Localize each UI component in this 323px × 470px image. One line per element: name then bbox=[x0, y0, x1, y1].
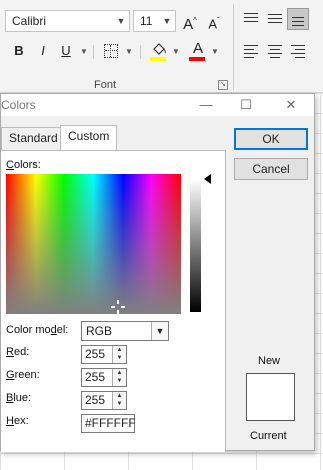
dialog-launcher-icon[interactable]: ↘ bbox=[218, 80, 228, 90]
cancel-button[interactable]: Cancel bbox=[234, 158, 308, 180]
font-size-value: 11 bbox=[140, 14, 153, 28]
minimize-icon[interactable]: — bbox=[191, 94, 221, 116]
close-icon[interactable]: ✕ bbox=[276, 94, 306, 116]
arrow-down-icon[interactable]: ▼ bbox=[113, 377, 126, 385]
green-value: 255 bbox=[85, 370, 106, 384]
color-model-label: Color model: bbox=[6, 324, 69, 336]
dialog-title: Colors bbox=[1, 98, 36, 112]
crosshair-icon[interactable] bbox=[111, 300, 125, 314]
tab-standard[interactable]: Standard bbox=[1, 127, 66, 150]
shrink-font-button[interactable]: Aˇ bbox=[204, 10, 224, 32]
ok-button[interactable]: OK bbox=[234, 128, 308, 150]
spinner-arrows[interactable]: ▲ ▼ bbox=[112, 346, 126, 363]
colors-dialog: Colors — ☐ ✕ Standard Custom Colors: Col… bbox=[0, 93, 315, 452]
font-group-label: Font bbox=[94, 79, 117, 91]
current-color-label: Current bbox=[250, 430, 287, 442]
font-color-swatch bbox=[189, 57, 205, 61]
italic-button[interactable]: I bbox=[34, 40, 52, 62]
blue-value: 255 bbox=[85, 393, 106, 407]
color-model-value: RGB bbox=[86, 324, 113, 338]
font-name-combo[interactable]: Calibri ▼ bbox=[5, 10, 130, 32]
grow-font-button[interactable]: A^ bbox=[180, 10, 200, 33]
green-label: Green: bbox=[6, 369, 40, 381]
font-color-button[interactable]: A bbox=[189, 41, 207, 62]
spinner-arrows[interactable]: ▲ ▼ bbox=[112, 392, 126, 409]
group-divider bbox=[233, 4, 234, 90]
luminance-slider[interactable] bbox=[190, 179, 201, 312]
arrow-down-icon[interactable]: ▼ bbox=[113, 354, 126, 362]
tab-custom[interactable]: Custom bbox=[60, 125, 118, 150]
align-middle-button[interactable] bbox=[264, 8, 286, 30]
dialog-titlebar[interactable]: Colors — ☐ ✕ bbox=[1, 94, 314, 116]
divider bbox=[93, 45, 94, 59]
hex-input[interactable]: #FFFFFF bbox=[81, 414, 136, 433]
colors-label: Colors: bbox=[6, 159, 41, 171]
spinner-arrows[interactable]: ▲ ▼ bbox=[112, 369, 126, 386]
slider-arrow-icon[interactable] bbox=[204, 174, 211, 184]
align-center-button[interactable] bbox=[264, 40, 286, 62]
underline-button[interactable]: U bbox=[57, 40, 75, 62]
arrow-up-icon[interactable]: ▲ bbox=[113, 369, 126, 377]
font-name-value: Calibri bbox=[12, 14, 47, 28]
color-spectrum-picker[interactable] bbox=[6, 174, 181, 314]
arrow-down-icon[interactable]: ▼ bbox=[113, 400, 126, 408]
green-spinner[interactable]: 255 ▲ ▼ bbox=[81, 368, 127, 387]
chevron-down-icon[interactable]: ▼ bbox=[80, 47, 88, 56]
align-top-button[interactable] bbox=[240, 8, 262, 30]
paint-bucket-icon bbox=[153, 43, 166, 55]
divider bbox=[140, 45, 141, 59]
chevron-down-icon[interactable]: ▼ bbox=[125, 47, 133, 56]
maximize-icon[interactable]: ☐ bbox=[231, 94, 261, 116]
align-right-button[interactable] bbox=[287, 40, 309, 62]
color-preview-swatch bbox=[246, 373, 295, 421]
bold-button[interactable]: B bbox=[10, 40, 28, 62]
arrow-up-icon[interactable]: ▲ bbox=[113, 392, 126, 400]
chevron-down-icon[interactable]: ▼ bbox=[172, 47, 180, 56]
borders-icon[interactable] bbox=[104, 44, 118, 58]
align-left-button[interactable] bbox=[240, 40, 262, 62]
font-size-combo[interactable]: 11 ▼ bbox=[133, 10, 176, 32]
grow-font-glyph: A bbox=[183, 16, 194, 33]
chevron-down-icon[interactable]: ▼ bbox=[115, 11, 127, 31]
font-color-glyph: A bbox=[192, 40, 203, 57]
red-spinner[interactable]: 255 ▲ ▼ bbox=[81, 345, 127, 364]
ribbon: Calibri ▼ 11 ▼ A^ Aˇ B I U ▼ ▼ ▼ A ▼ Fon… bbox=[0, 0, 323, 93]
blue-label: Blue: bbox=[6, 392, 32, 404]
fill-color-button[interactable] bbox=[150, 42, 168, 62]
new-color-label: New bbox=[258, 355, 281, 367]
align-bottom-button[interactable] bbox=[287, 8, 309, 30]
shrink-font-glyph: A bbox=[208, 16, 217, 32]
red-label: Red: bbox=[6, 346, 30, 358]
highlight-color-swatch bbox=[150, 57, 166, 61]
chevron-down-icon[interactable]: ▼ bbox=[161, 11, 173, 31]
red-value: 255 bbox=[85, 347, 106, 361]
chevron-down-icon[interactable]: ▼ bbox=[211, 47, 219, 56]
chevron-down-icon[interactable]: ▼ bbox=[151, 322, 168, 340]
blue-spinner[interactable]: 255 ▲ ▼ bbox=[81, 391, 127, 410]
hex-label: Hex: bbox=[6, 415, 29, 427]
color-model-select[interactable]: RGB ▼ bbox=[81, 321, 169, 341]
arrow-up-icon[interactable]: ▲ bbox=[113, 346, 126, 354]
